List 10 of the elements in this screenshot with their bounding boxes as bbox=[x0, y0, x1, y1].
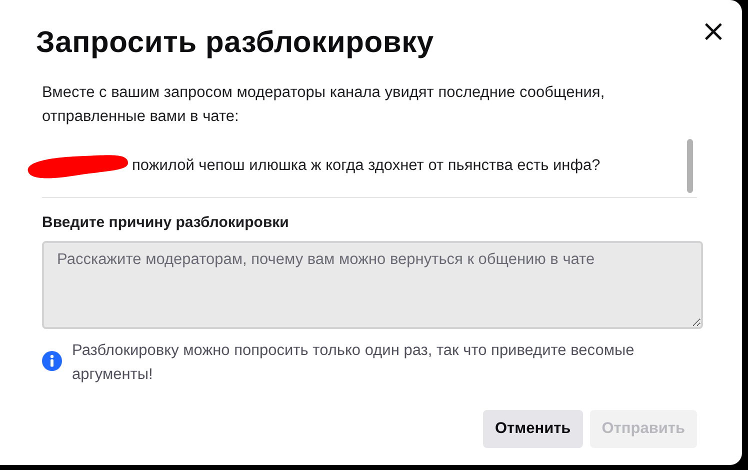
info-text: Разблокировку можно попросить только один раз, так что приведите весомые аргументы! bbox=[72, 341, 636, 385]
message-text: пожилой чепош илюшка ж когда здохнет от пьянства есть инфа? bbox=[132, 157, 600, 175]
close-button[interactable]: × bbox=[696, 17, 730, 47]
cancel-button[interactable]: Отменить bbox=[482, 410, 583, 448]
reason-label: Введите причину разблокировки bbox=[42, 214, 290, 231]
dialog-title: Запросить разблокировку bbox=[36, 26, 434, 60]
info-icon bbox=[42, 351, 62, 371]
description-text: Вместе с вашим запросом модераторы канала увидят последние сообщения, отправленные вами в чате: bbox=[42, 83, 606, 127]
scrollbar-thumb[interactable] bbox=[687, 139, 693, 193]
reason-field[interactable]: Расскажите модераторам, почему вам можно вернуться к общению в чате bbox=[42, 241, 703, 329]
